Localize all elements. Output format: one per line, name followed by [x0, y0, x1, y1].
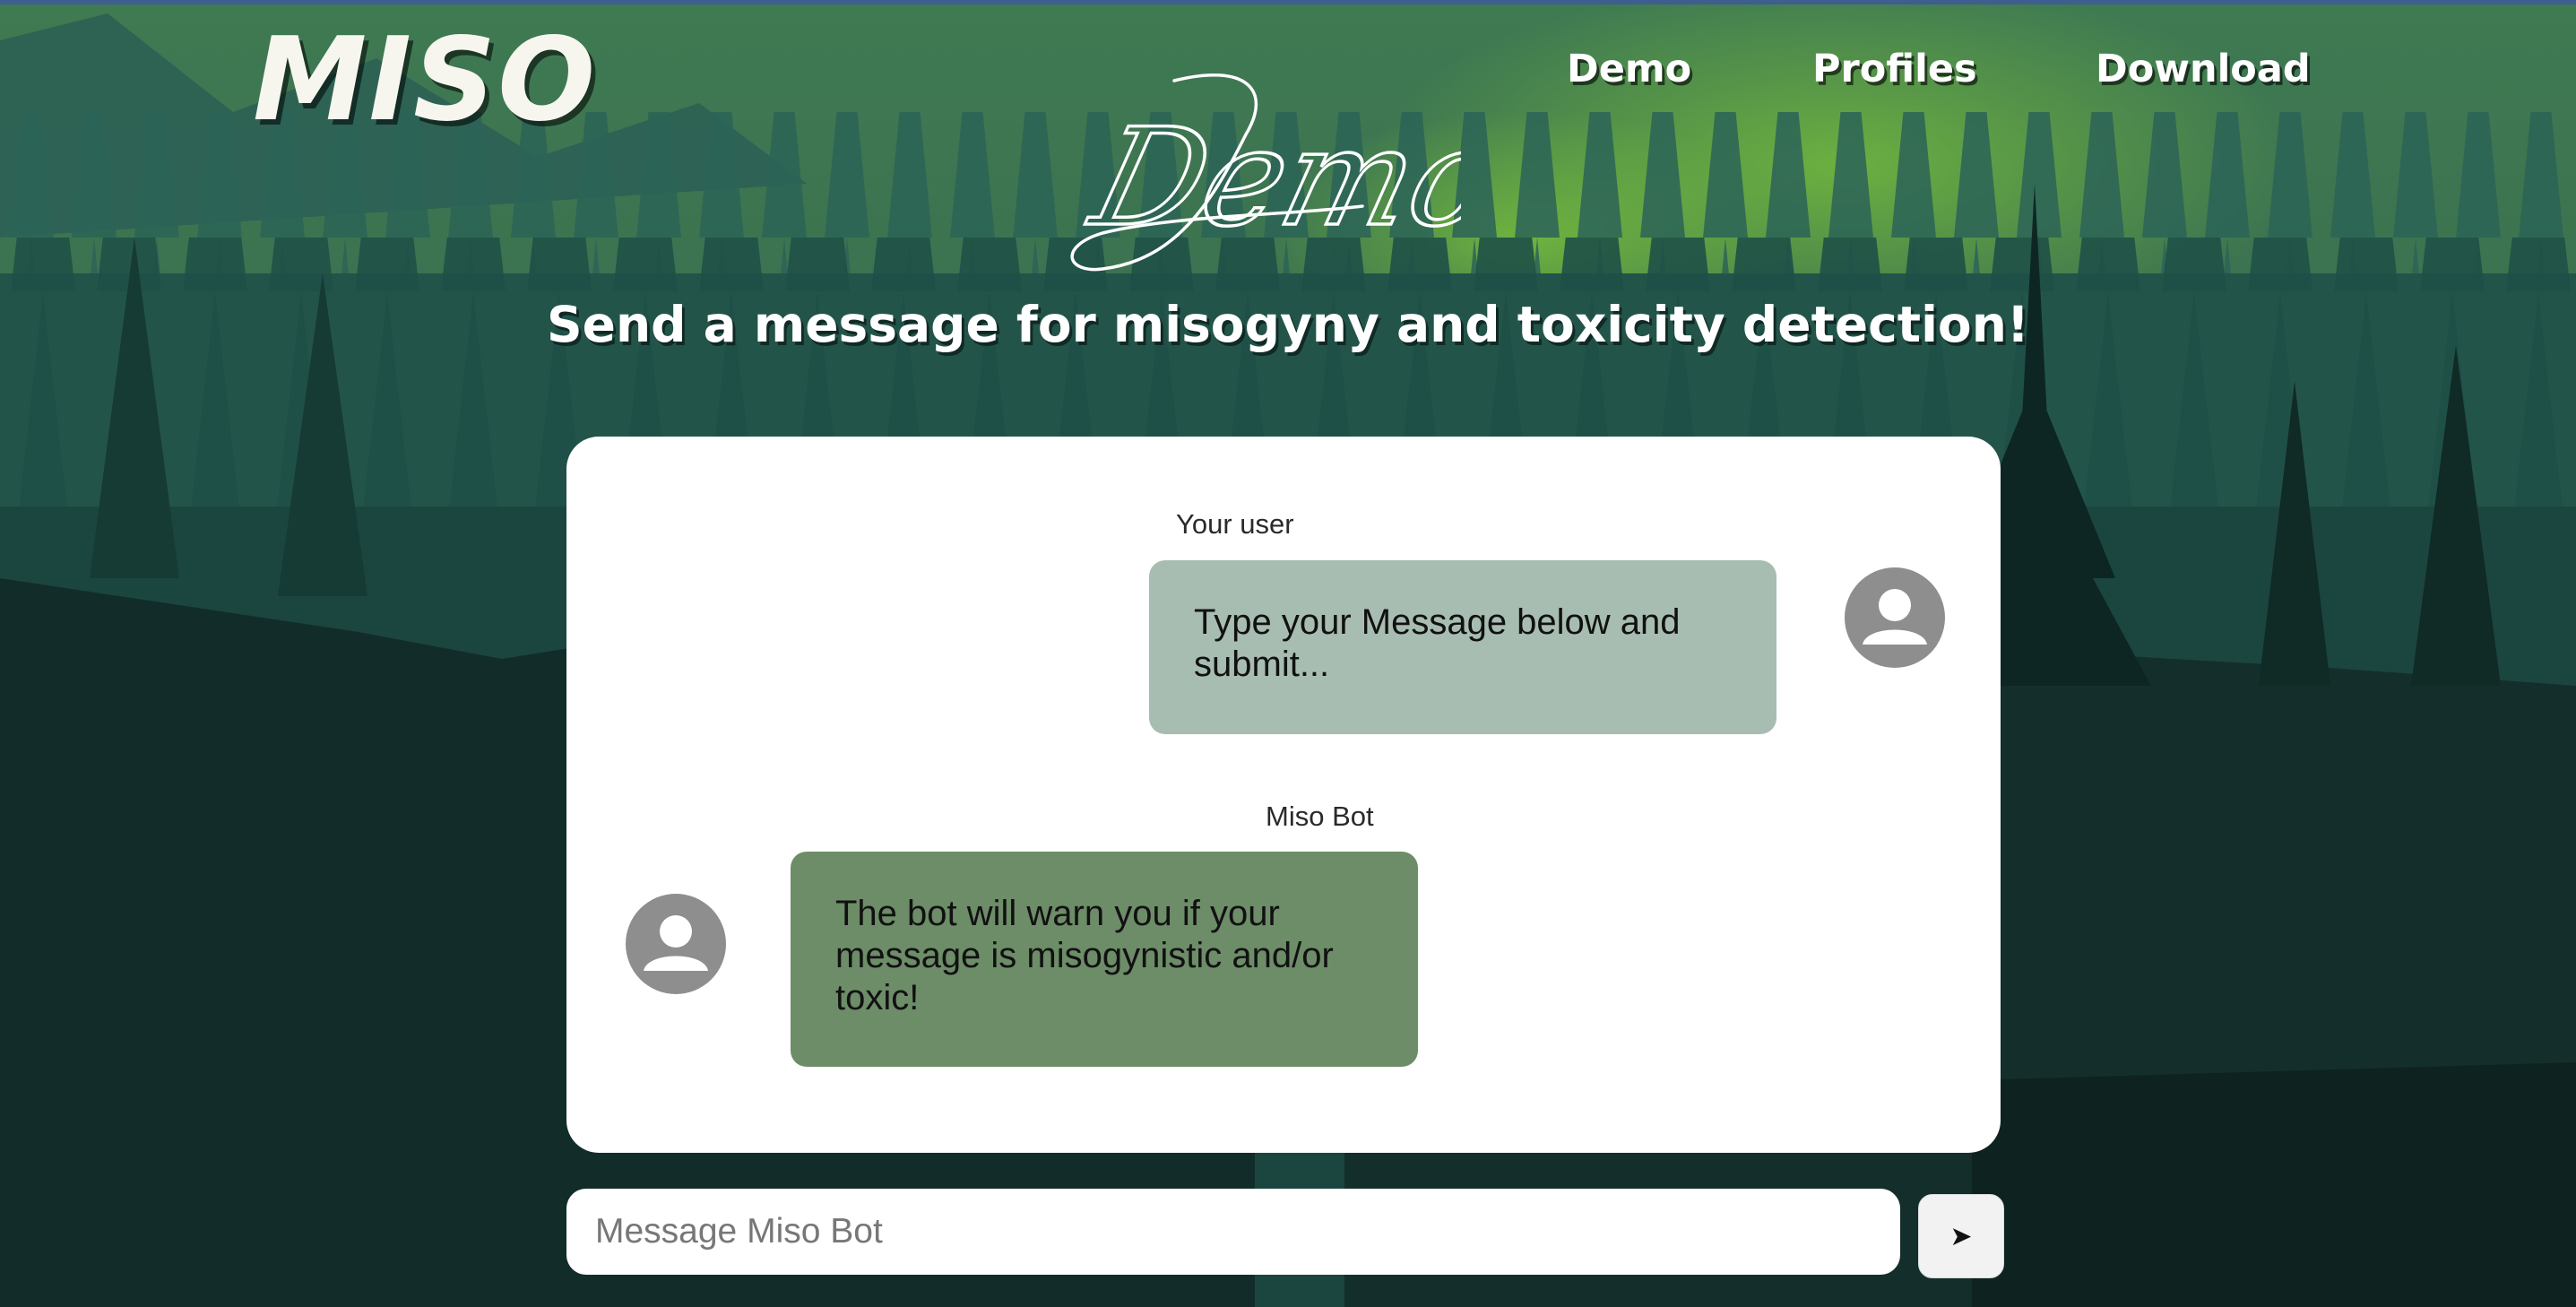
- send-arrow-icon: ➤: [1949, 1220, 1973, 1252]
- miso-logo[interactable]: MISO: [253, 23, 597, 138]
- chat-panel: Your user Type your Message below and su…: [566, 437, 2001, 1153]
- nav-download-link[interactable]: Download: [2096, 50, 2311, 89]
- nav-profiles-link[interactable]: Profiles: [1812, 50, 1977, 89]
- page-headline: Send a message for misogyny and toxicity…: [547, 296, 2029, 353]
- message-sender-label: Your user: [1176, 508, 1294, 540]
- send-button[interactable]: ➤: [1918, 1194, 2004, 1278]
- message-sender-label: Miso Bot: [1266, 801, 1374, 832]
- script-title: Demo: [1070, 73, 1461, 272]
- script-title-text: Demo: [1076, 100, 1461, 255]
- bot-avatar-icon: [626, 894, 726, 994]
- nav-demo-link[interactable]: Demo: [1567, 50, 1691, 89]
- user-message-bubble: Type your Message below and submit...: [1149, 560, 1776, 734]
- user-avatar-icon: [1845, 567, 1945, 668]
- message-input[interactable]: [566, 1189, 1900, 1275]
- bot-message-bubble: The bot will warn you if your message is…: [791, 852, 1418, 1067]
